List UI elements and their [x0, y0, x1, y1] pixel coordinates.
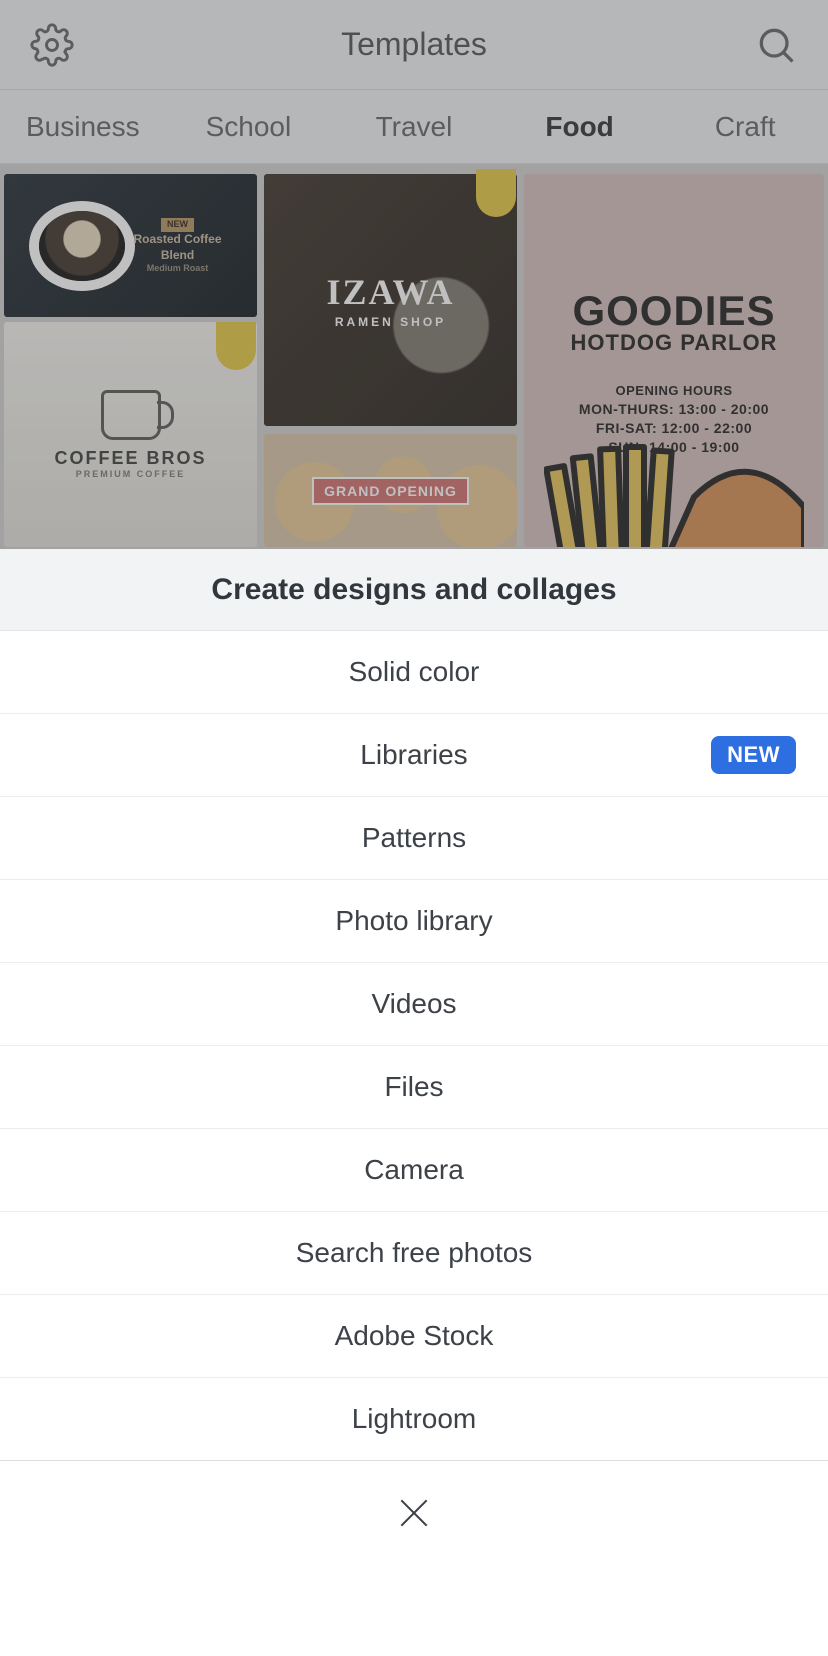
sheet-title: Create designs and collages	[0, 549, 828, 631]
close-icon	[395, 1494, 433, 1532]
option-files[interactable]: Files	[0, 1046, 828, 1129]
new-badge: NEW	[711, 736, 796, 774]
option-libraries[interactable]: Libraries NEW	[0, 714, 828, 797]
create-sheet: Create designs and collages Solid color …	[0, 549, 828, 1656]
option-patterns[interactable]: Patterns	[0, 797, 828, 880]
option-solid-color[interactable]: Solid color	[0, 631, 828, 714]
option-videos[interactable]: Videos	[0, 963, 828, 1046]
modal-scrim[interactable]	[0, 0, 828, 549]
close-button[interactable]	[0, 1461, 828, 1565]
option-lightroom[interactable]: Lightroom	[0, 1378, 828, 1461]
option-adobe-stock[interactable]: Adobe Stock	[0, 1295, 828, 1378]
option-photo-library[interactable]: Photo library	[0, 880, 828, 963]
option-camera[interactable]: Camera	[0, 1129, 828, 1212]
option-search-free-photos[interactable]: Search free photos	[0, 1212, 828, 1295]
